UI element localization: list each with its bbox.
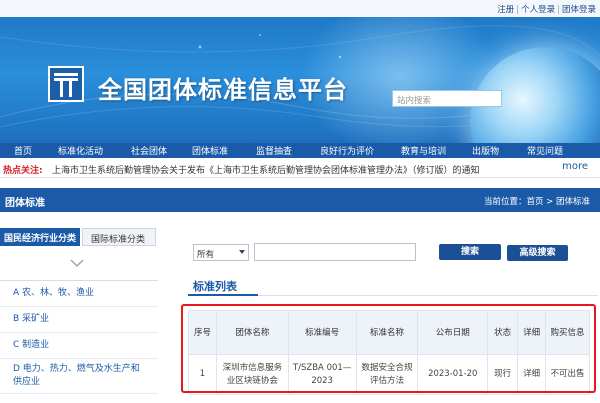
- hot-notice-bar: 热点关注: 上海市卫生系统后勤管理协会关于发布《上海市卫生系统后勤管理协会团体标…: [0, 158, 600, 178]
- site-logo[interactable]: [48, 66, 84, 102]
- nav-standardization-activities[interactable]: 标准化活动: [58, 144, 103, 157]
- dropdown-arrow-icon: [239, 250, 245, 254]
- section-header: 团体标准 当前位置：首页 > 团体标准: [0, 188, 600, 212]
- header-banner: 全国团体标准信息平台 站内搜索: [0, 17, 600, 143]
- highlight-annotation-box: [181, 304, 596, 393]
- top-bar: 注册 | 个人登录 | 团体登录: [0, 0, 600, 17]
- divider-accent: [188, 294, 258, 296]
- notice-link[interactable]: 上海市卫生系统后勤管理协会关于发布《上海市卫生系统后勤管理协会团体标准管理办法》…: [52, 163, 480, 176]
- category-list: A 农、林、牧、渔业 B 采矿业 C 制造业 D 电力、热力、燃气及水生产和供应…: [0, 280, 158, 394]
- search-button[interactable]: 搜索: [439, 244, 501, 260]
- notice-label: 热点关注:: [3, 166, 43, 176]
- scope-select[interactable]: 所有: [193, 244, 249, 261]
- nav-supervision[interactable]: 监督抽查: [256, 144, 292, 157]
- tab-international-classification[interactable]: 国际标准分类: [82, 228, 156, 246]
- tab-economic-classification[interactable]: 国民经济行业分类: [0, 228, 80, 246]
- breadcrumb: 当前位置：首页 > 团体标准: [483, 197, 590, 207]
- nav-social-groups[interactable]: 社会团体: [131, 144, 167, 157]
- personal-login-link[interactable]: 个人登录: [521, 5, 555, 15]
- section-title: 团体标准: [5, 198, 45, 209]
- category-item-d[interactable]: D 电力、热力、燃气及水生产和供应业: [0, 359, 158, 394]
- site-search-input[interactable]: 站内搜索: [392, 90, 502, 107]
- nav-group-standards[interactable]: 团体标准: [192, 144, 228, 157]
- nav-good-behavior[interactable]: 良好行为评价: [320, 144, 374, 157]
- main-content: 所有 搜索 高级搜索 标准列表 序号 团体名称 标准编号 标准名称 公布日期 状…: [174, 228, 600, 403]
- chevron-down-icon: [70, 259, 84, 268]
- nav-home[interactable]: 首页: [14, 144, 32, 157]
- top-links: 注册 | 个人登录 | 团体登录: [497, 5, 596, 15]
- main-nav: 首页 标准化活动 社会团体 团体标准 监督抽查 良好行为评价 教育与培训 出版物…: [0, 143, 600, 158]
- nav-faq[interactable]: 常见问题: [527, 144, 563, 157]
- scope-select-value: 所有: [197, 250, 215, 260]
- notice-more-link[interactable]: more: [562, 161, 588, 172]
- advanced-search-button[interactable]: 高级搜索: [507, 245, 568, 261]
- category-item-c[interactable]: C 制造业: [0, 333, 158, 359]
- site-title: 全国团体标准信息平台: [98, 76, 348, 104]
- group-login-link[interactable]: 团体登录: [562, 5, 596, 15]
- nav-education[interactable]: 教育与培训: [401, 144, 446, 157]
- list-title: 标准列表: [193, 280, 237, 293]
- nav-publications[interactable]: 出版物: [472, 144, 499, 157]
- register-link[interactable]: 注册: [497, 5, 514, 15]
- keyword-input[interactable]: [254, 243, 416, 261]
- category-sidebar: 国民经济行业分类 国际标准分类 A 农、林、牧、渔业 B 采矿业 C 制造业 D…: [0, 228, 158, 403]
- category-item-b[interactable]: B 采矿业: [0, 307, 158, 333]
- category-item-a[interactable]: A 农、林、牧、渔业: [0, 281, 158, 307]
